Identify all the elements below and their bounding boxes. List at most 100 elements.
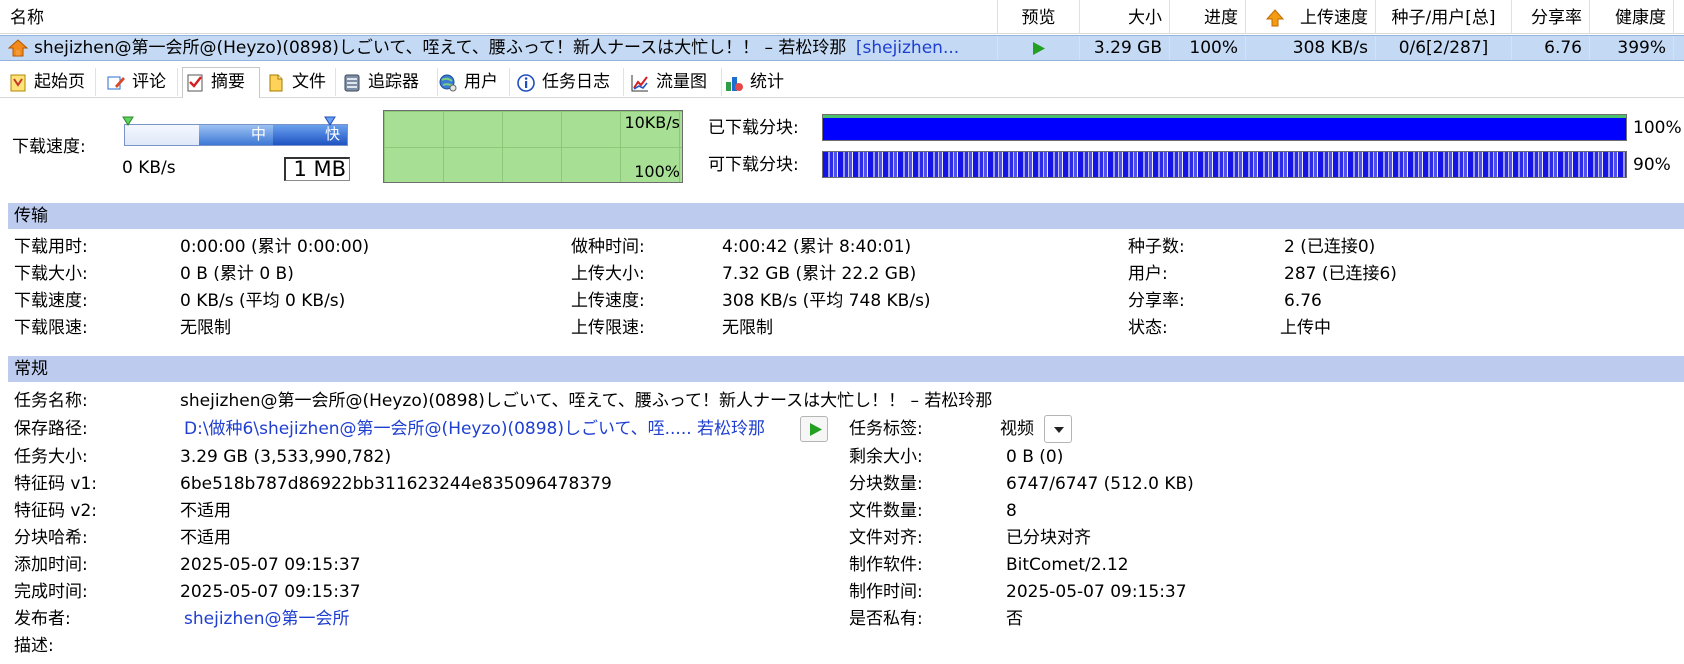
size-cell: 3.29 GB	[1080, 36, 1170, 60]
upload-limit-label: 上传限速:	[571, 318, 645, 338]
tab-traffic-chart[interactable]: 流量图	[628, 68, 722, 96]
column-share-ratio[interactable]: 分享率	[1512, 0, 1590, 34]
summary-icon	[187, 74, 203, 92]
tab-users[interactable]: 用户	[436, 68, 510, 96]
available-pieces-fill	[823, 152, 1626, 177]
creation-time-value: 2025-05-07 09:15:37	[1006, 582, 1187, 602]
traffic-chart-icon	[631, 75, 648, 92]
task-name-cell: shejizhen@第一会所@(Heyzo)(0898)しごいて、咥えて、腰ふっ…	[0, 36, 998, 60]
available-pieces-bar	[822, 151, 1627, 178]
file-alignment-label: 文件对齐:	[849, 528, 923, 548]
play-preview-icon	[1033, 42, 1045, 55]
bitcomet-window: { "columns":{"name":"名称","preview":"预览",…	[0, 0, 1684, 664]
statistics-icon	[726, 77, 743, 91]
added-time-label: 添加时间:	[14, 555, 88, 575]
info-hash-v2-value: 不适用	[180, 501, 231, 521]
tab-statistics-label: 统计	[750, 72, 784, 92]
file-count-label: 文件数量:	[849, 501, 923, 521]
comment-icon	[107, 76, 125, 90]
tab-comment-label: 评论	[132, 72, 166, 92]
tab-home[interactable]: 起始页	[6, 68, 96, 96]
speed-graph-percent-label: 100%	[634, 162, 680, 181]
tab-traffic-chart-label: 流量图	[656, 72, 707, 92]
seeding-time-label: 做种时间:	[571, 237, 645, 257]
speed-graph: 10KB/s 100%	[383, 110, 683, 183]
chevron-down-icon	[1054, 427, 1064, 433]
upload-limit-value: 无限制	[722, 318, 773, 338]
peers-count-label: 用户:	[1128, 264, 1168, 284]
column-upload-speed-label: 上传速度	[1300, 8, 1368, 28]
preview-cell[interactable]	[998, 36, 1080, 60]
transfer-upload-speed-label: 上传速度:	[571, 291, 645, 311]
completed-time-value: 2025-05-07 09:15:37	[180, 582, 361, 602]
added-time-value: 2025-05-07 09:15:37	[180, 555, 361, 575]
available-pieces-percent: 90%	[1633, 155, 1671, 175]
seeds-count-value: 2 (已连接0)	[1284, 237, 1376, 257]
save-path-link[interactable]: D:\做种6\shejizhen@第一会所@(Heyzo)(0898)しごいて、…	[184, 418, 765, 440]
tab-statistics[interactable]: 统计	[722, 68, 798, 96]
speed-limit-slider[interactable]: 中 快	[122, 116, 348, 146]
speed-limit-input[interactable]: 1 MB	[284, 157, 350, 181]
transfer-download-speed-value: 0 KB/s (平均 0 KB/s)	[180, 291, 346, 311]
open-folder-button[interactable]	[800, 416, 828, 442]
progress-cell: 100%	[1170, 36, 1246, 60]
tab-users-label: 用户	[464, 72, 498, 92]
column-progress[interactable]: 进度	[1170, 0, 1246, 34]
completed-time-label: 完成时间:	[14, 582, 88, 602]
info-hash-v1-label: 特征码 v1:	[14, 474, 98, 494]
column-name[interactable]: 名称	[0, 0, 998, 34]
speed-graph-max-label: 10KB/s	[624, 113, 680, 132]
slider-thumb-icon[interactable]	[324, 116, 336, 126]
created-by-value: BitComet/2.12	[1006, 555, 1129, 575]
task-name-label: 任务名称:	[14, 391, 88, 411]
slider-fast-label: 快	[325, 125, 341, 143]
share-ratio-cell: 6.76	[1512, 36, 1590, 60]
downloaded-pieces-label: 已下载分块:	[708, 118, 799, 138]
slider-min-marker-icon	[122, 116, 134, 126]
task-list-header: 名称 预览 大小 进度 上传速度 种子/用户[总] 分享率 健康度	[0, 0, 1684, 34]
task-name-tag[interactable]: [shejizhen...	[856, 38, 959, 58]
tab-summary-label: 摘要	[211, 72, 245, 92]
transfer-share-ratio-label: 分享率:	[1128, 291, 1185, 311]
play-icon	[810, 423, 822, 436]
tab-files[interactable]: 文件	[264, 68, 336, 96]
task-tag-label: 任务标签:	[849, 419, 923, 439]
downloaded-pieces-bar	[822, 114, 1627, 141]
upload-size-label: 上传大小:	[571, 264, 645, 284]
publisher-label: 发布者:	[14, 609, 71, 629]
speed-slider-track: 中 快	[124, 124, 348, 146]
creation-time-label: 制作时间:	[849, 582, 923, 602]
column-upload-speed[interactable]: 上传速度	[1246, 0, 1376, 34]
task-row[interactable]: shejizhen@第一会所@(Heyzo)(0898)しごいて、咥えて、腰ふっ…	[0, 35, 1684, 61]
seeds-count-label: 种子数:	[1128, 237, 1185, 257]
upload-size-value: 7.32 GB (累计 22.2 GB)	[722, 264, 917, 284]
tab-comment[interactable]: 评论	[104, 68, 178, 96]
health-cell: 399%	[1590, 36, 1674, 60]
column-health[interactable]: 健康度	[1590, 0, 1674, 34]
transfer-share-ratio-value: 6.76	[1284, 291, 1322, 311]
tab-tracker[interactable]: 追踪器	[340, 68, 438, 96]
private-value: 否	[1006, 609, 1023, 629]
info-hash-v1-value: 6be518b787d86922bb311623244e835096478379	[180, 474, 612, 494]
slider-mid-label: 中	[251, 125, 267, 143]
seeds-peers-cell: 0/6[2/287]	[1376, 36, 1512, 60]
task-tag-dropdown[interactable]	[1044, 415, 1072, 443]
piece-hash-label: 分块哈希:	[14, 528, 88, 548]
download-time-label: 下载用时:	[14, 237, 88, 257]
info-icon	[517, 74, 535, 92]
column-size[interactable]: 大小	[1080, 0, 1170, 34]
seeding-status-icon	[8, 39, 28, 57]
users-icon	[439, 74, 457, 92]
publisher-link[interactable]: shejizhen@第一会所	[184, 608, 349, 630]
task-size-label: 任务大小:	[14, 447, 88, 467]
column-seeds-peers[interactable]: 种子/用户[总]	[1376, 0, 1512, 34]
peers-count-value: 287 (已连接6)	[1284, 264, 1397, 284]
tab-task-log[interactable]: 任务日志	[514, 68, 624, 96]
save-path-label: 保存路径:	[14, 419, 88, 439]
remaining-size-value: 0 B (0)	[1006, 447, 1064, 467]
column-preview[interactable]: 预览	[998, 0, 1080, 34]
home-page-icon	[10, 74, 26, 92]
tab-summary[interactable]: 摘要	[182, 67, 260, 98]
transfer-section-header: 传输	[8, 203, 1684, 229]
download-limit-value: 无限制	[180, 318, 231, 338]
